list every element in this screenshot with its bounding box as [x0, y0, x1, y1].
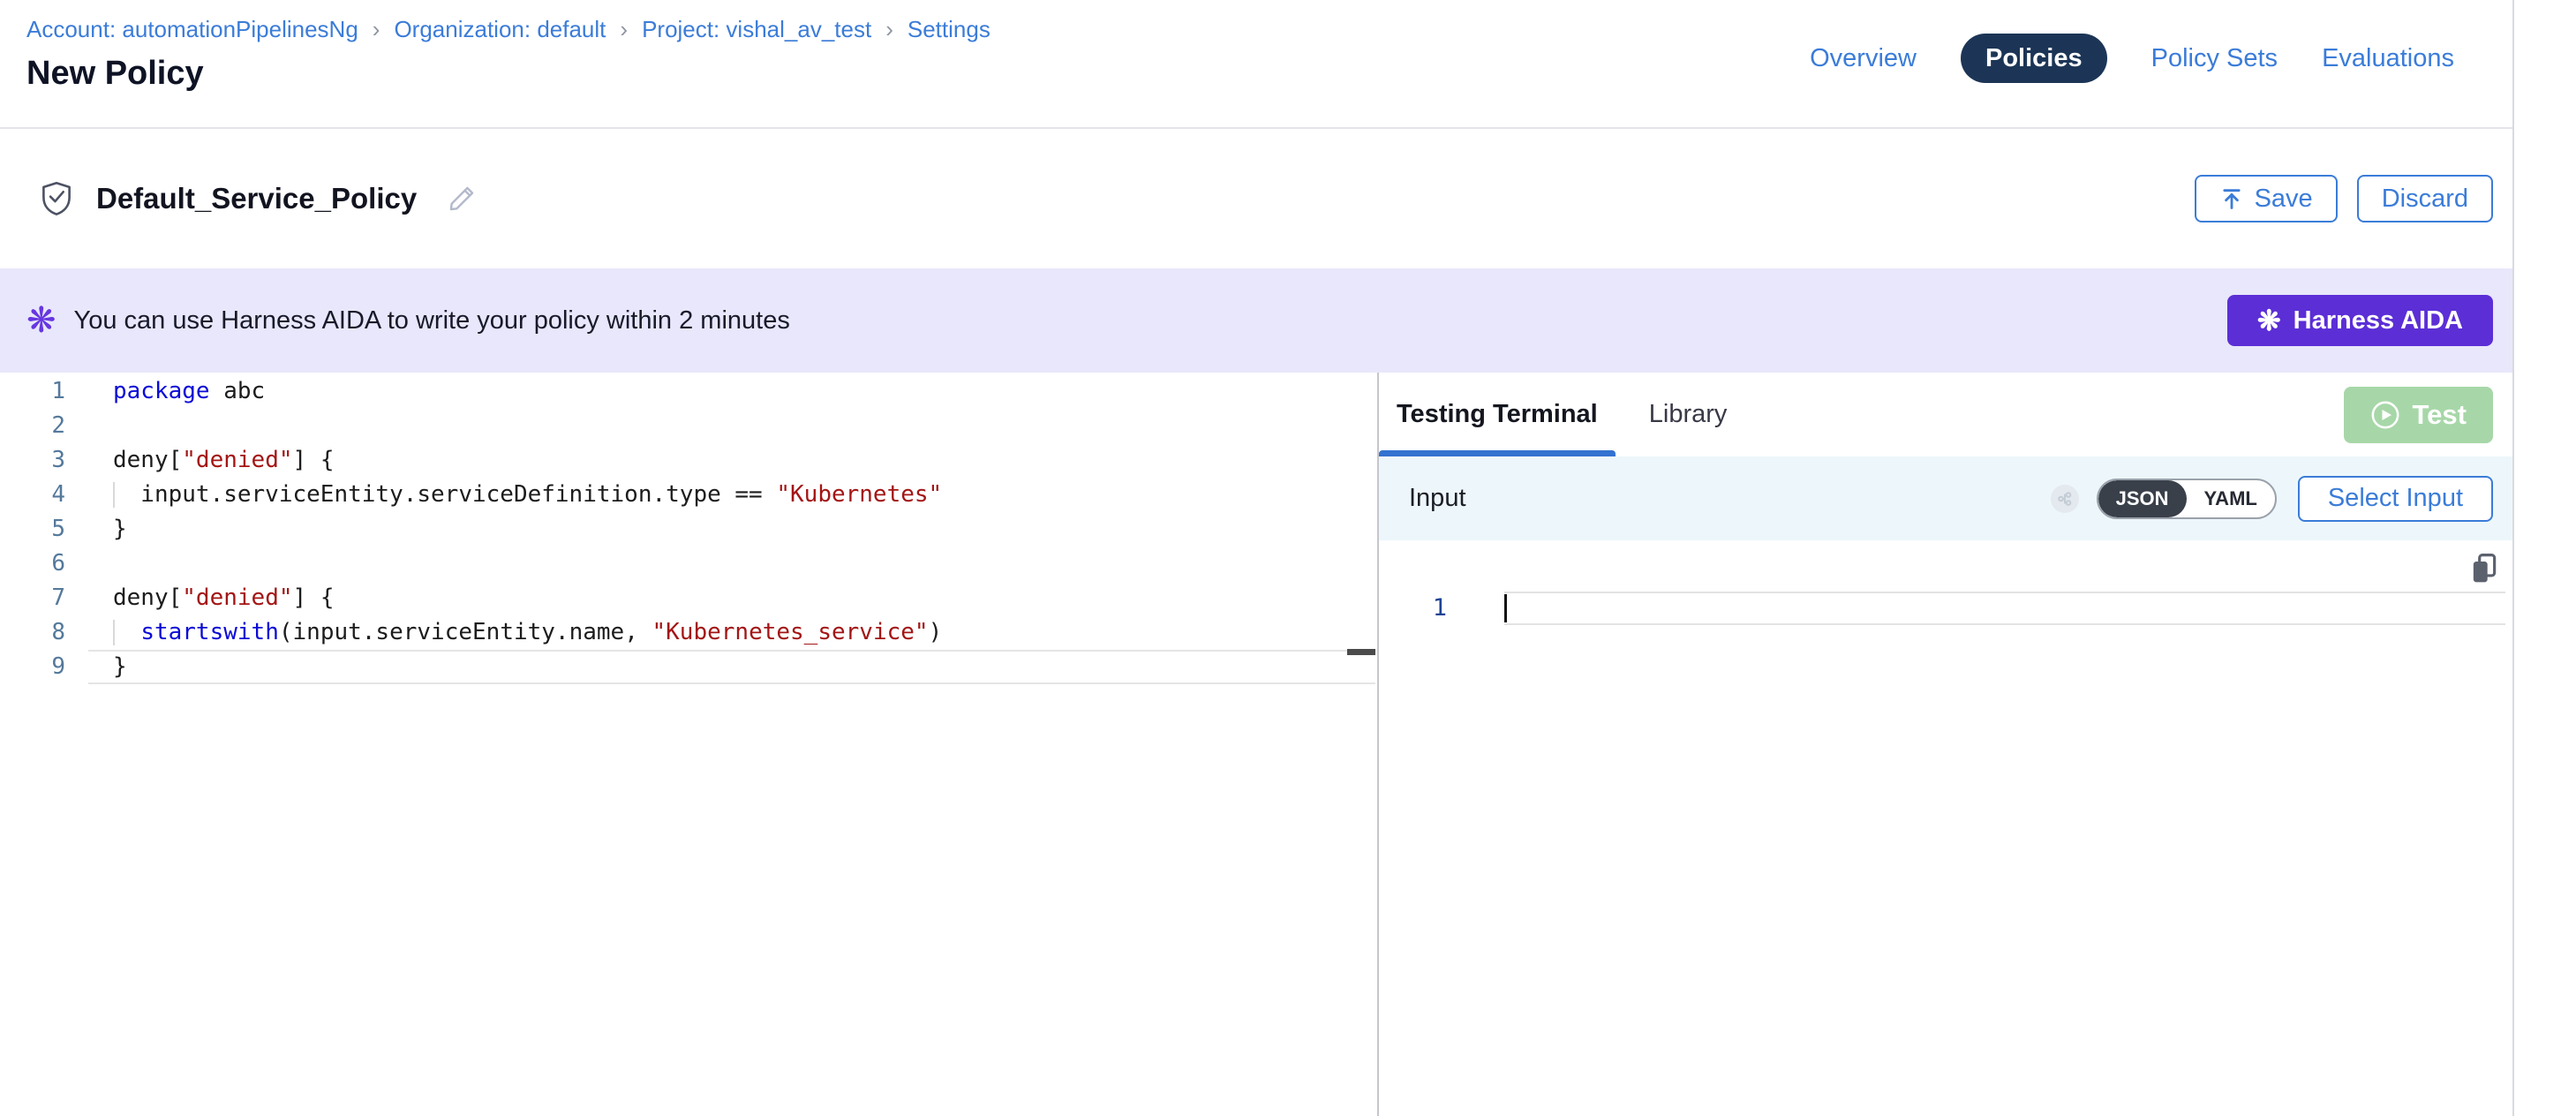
line-number: 1: [0, 374, 65, 409]
page-header: Account: automationPipelinesNg › Organizat…: [0, 0, 2512, 129]
code-line-6[interactable]: 6: [0, 547, 1377, 581]
terminal-tabs-spacer: [1744, 373, 2343, 456]
save-upload-icon: [2219, 186, 2244, 211]
policy-code-editor[interactable]: 1package abc23deny["denied"] {4 input.se…: [0, 373, 1377, 1116]
breadcrumb-separator: ›: [373, 14, 380, 44]
code-text: }: [113, 512, 127, 547]
discard-button-label: Discard: [2382, 185, 2468, 214]
aida-banner: ❋ You can use Harness AIDA to write your…: [0, 268, 2512, 373]
save-button-label: Save: [2255, 185, 2313, 214]
aida-banner-message: You can use Harness AIDA to write your p…: [74, 306, 790, 336]
code-token-plain: deny[: [113, 584, 182, 611]
code-token-plain: input.serviceEntity.serviceDefinition.ty…: [113, 481, 776, 508]
test-button[interactable]: Test: [2344, 387, 2493, 443]
input-label: Input: [1409, 484, 1466, 513]
code-line-4[interactable]: 4 input.serviceEntity.serviceDefinition.…: [0, 478, 1377, 512]
nav-tab-policy-sets[interactable]: Policy Sets: [2151, 34, 2278, 83]
tab-testing-terminal[interactable]: Testing Terminal: [1379, 373, 1616, 456]
code-token-string: "Kubernetes_service": [652, 619, 929, 645]
aida-flower-icon: ❋: [26, 303, 56, 338]
policy-shield-icon: [40, 181, 73, 216]
breadcrumb-separator: ›: [885, 14, 893, 44]
code-token-plain: deny[: [113, 447, 182, 473]
line-number: 9: [0, 650, 65, 684]
nav-tab-policies[interactable]: Policies: [1961, 34, 2107, 83]
breadcrumb-item-2[interactable]: Project: vishal_av_test: [642, 14, 871, 44]
nav-tab-evaluations[interactable]: Evaluations: [2322, 34, 2454, 83]
line-number: 4: [0, 478, 65, 512]
code-token-string: "Kubernetes": [776, 481, 942, 508]
code-token-plain: }: [113, 516, 127, 542]
policy-toolbar: Default_Service_Policy Save Discard: [0, 129, 2512, 268]
code-token-plain: ] {: [293, 584, 335, 611]
code-token-plain: abc: [210, 378, 266, 404]
line-number: 6: [0, 547, 65, 581]
play-icon: [2370, 400, 2400, 430]
code-token-plain: }: [113, 653, 127, 680]
code-lines: 1package abc23deny["denied"] {4 input.se…: [0, 374, 1377, 684]
code-token-plain: ] {: [293, 447, 335, 473]
code-line-5[interactable]: 5}: [0, 512, 1377, 547]
code-token-string: "denied": [182, 447, 292, 473]
page-right-divider: [2512, 0, 2514, 1116]
code-line-3[interactable]: 3 deny["denied"] {: [0, 443, 1377, 478]
line-number: 3: [0, 443, 65, 478]
code-text: package abc: [113, 374, 265, 409]
code-text: }: [113, 650, 127, 684]
testing-terminal-panel: Testing TerminalLibrary Test Input: [1379, 373, 2512, 1116]
pipeline-input-icon: [2051, 485, 2079, 513]
input-line-number: 1: [1379, 592, 1447, 625]
code-line-1[interactable]: 1 package abc: [0, 374, 1377, 409]
code-token-plain: [113, 619, 140, 645]
line-number: 7: [0, 581, 65, 615]
line-number: 2: [0, 409, 65, 443]
main-content: 1package abc23deny["denied"] {4 input.se…: [0, 373, 2512, 1116]
code-token-keyword: startswith: [140, 619, 279, 645]
policy-studio-page: Account: automationPipelinesNg › Organizat…: [0, 0, 2512, 1116]
breadcrumb-item-3[interactable]: Settings: [908, 14, 990, 44]
code-line-2[interactable]: 2: [0, 409, 1377, 443]
line-number: 5: [0, 512, 65, 547]
tab-library[interactable]: Library: [1631, 373, 1745, 456]
text-cursor: [1504, 594, 1507, 622]
code-token-keyword: package: [113, 378, 210, 404]
nav-tab-overview[interactable]: Overview: [1810, 34, 1917, 83]
aida-button-label: Harness AIDA: [2294, 306, 2463, 336]
code-token-plain: (input.serviceEntity.name,: [279, 619, 652, 645]
code-line-8[interactable]: 8 startswith(input.serviceEntity.name, "…: [0, 615, 1377, 650]
select-input-label: Select Input: [2328, 484, 2463, 512]
input-section-header: Input JSONYAML Select Input: [1379, 456, 2512, 540]
format-option-yaml[interactable]: YAML: [2187, 480, 2275, 517]
overview-ruler-cursor-marker: [1347, 649, 1375, 655]
code-line-7[interactable]: 7 deny["denied"] {: [0, 581, 1377, 615]
copy-icon[interactable]: [2470, 553, 2498, 589]
code-line-9[interactable]: 9}: [0, 650, 1377, 684]
save-button[interactable]: Save: [2195, 175, 2338, 222]
discard-button[interactable]: Discard: [2357, 175, 2493, 222]
test-button-label: Test: [2413, 399, 2467, 431]
breadcrumb-item-0[interactable]: Account: automationPipelinesNg: [26, 14, 358, 44]
select-input-button[interactable]: Select Input: [2298, 476, 2493, 522]
policy-name: Default_Service_Policy: [96, 182, 417, 215]
code-text: deny["denied"] {: [113, 581, 334, 615]
input-current-line-highlight: [1504, 592, 2505, 625]
code-token-string: "denied": [182, 584, 292, 611]
code-text: startswith(input.serviceEntity.name, "Ku…: [113, 615, 942, 650]
breadcrumb-separator: ›: [620, 14, 628, 44]
input-editor-line-1[interactable]: 1: [1379, 592, 2512, 625]
harness-aida-button[interactable]: ❋ Harness AIDA: [2227, 295, 2493, 346]
aida-button-flower-icon: ❋: [2257, 303, 2281, 338]
breadcrumb-item-1[interactable]: Organization: default: [394, 14, 606, 44]
input-format-toggle: JSONYAML: [2097, 479, 2277, 519]
code-token-plain: ): [929, 619, 943, 645]
terminal-tabs-row: Testing TerminalLibrary Test: [1379, 373, 2512, 456]
edit-policy-name-icon[interactable]: [447, 184, 477, 214]
code-text: input.serviceEntity.serviceDefinition.ty…: [113, 478, 942, 512]
code-text: deny["denied"] {: [113, 443, 334, 478]
format-option-json[interactable]: JSON: [2098, 480, 2187, 517]
input-editor[interactable]: 1: [1379, 540, 2512, 1116]
line-number: 8: [0, 615, 65, 650]
module-nav-tabs: Overview Policies Policy Sets Evaluations: [1810, 34, 2454, 83]
terminal-tabs: Testing TerminalLibrary: [1379, 373, 1744, 456]
